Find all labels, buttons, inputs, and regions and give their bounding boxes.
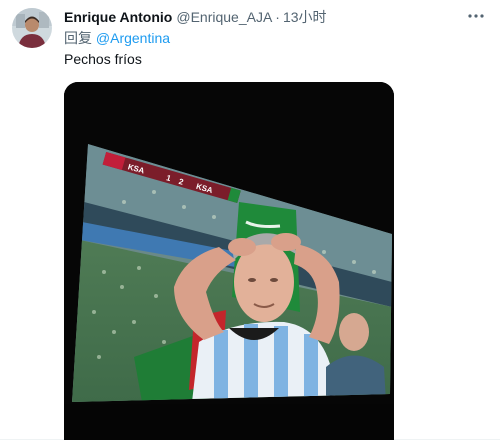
reply-context: 回复 @Argentina — [64, 29, 484, 47]
tweet-text: Pechos fríos — [64, 51, 142, 67]
author-handle[interactable]: @Enrique_AJA — [176, 8, 272, 26]
user-avatar-image — [12, 8, 52, 48]
more-options-button[interactable] — [462, 2, 490, 30]
reply-mention-link[interactable]: @Argentina — [96, 30, 170, 46]
tweet-media-photo[interactable]: KSA 1 2 KSA — [64, 82, 394, 440]
tweet-timestamp[interactable]: 13小时 — [283, 8, 327, 26]
author-display-name[interactable]: Enrique Antonio — [64, 8, 172, 26]
header-separator: · — [275, 9, 280, 25]
tweet-card[interactable]: Enrique Antonio @Enrique_AJA · 13小时 回复 @… — [0, 0, 500, 440]
author-avatar[interactable] — [12, 8, 52, 48]
more-horizontal-icon — [468, 14, 484, 18]
tweet-header: Enrique Antonio @Enrique_AJA · 13小时 — [64, 8, 484, 26]
stadium-fan-photo: KSA 1 2 KSA — [64, 82, 394, 440]
reply-prefix: 回复 — [64, 30, 92, 46]
